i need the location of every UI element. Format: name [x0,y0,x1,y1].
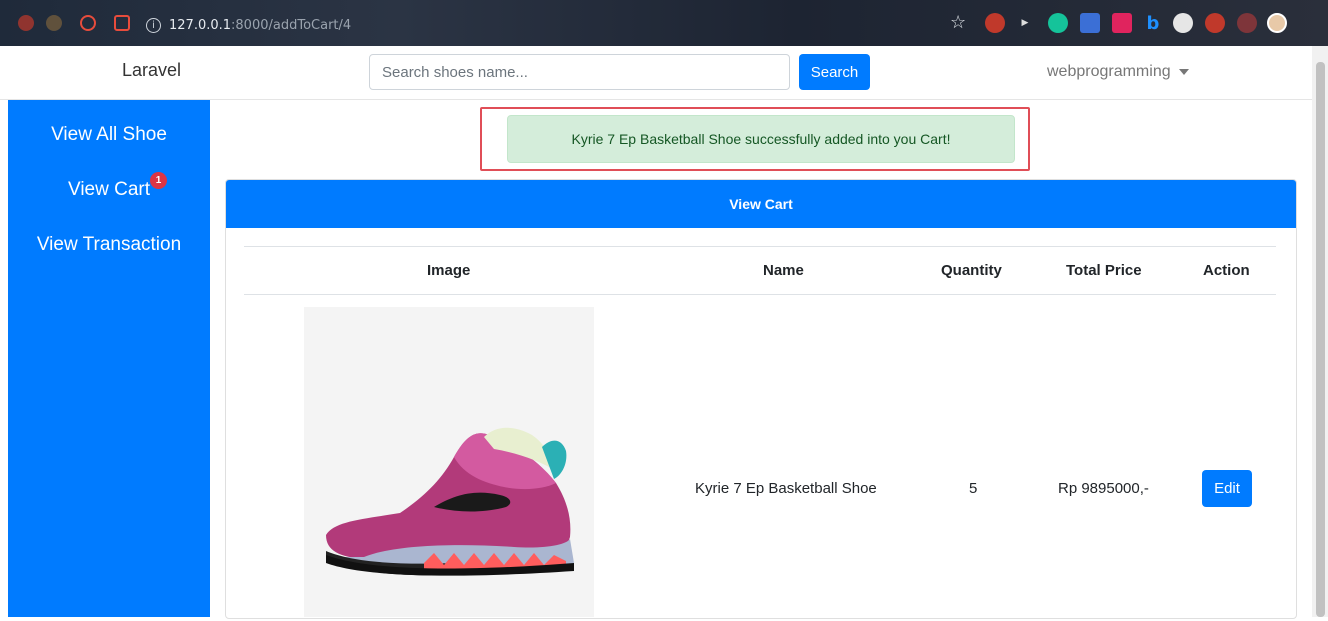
home-icon[interactable] [114,15,130,31]
column-header-image: Image [427,262,471,279]
sidebar-item-label: View Cart [67,179,150,200]
column-header-action: Action [1203,262,1250,279]
card-header: View Cart [226,180,1296,228]
extension-grammarly-icon[interactable] [1048,13,1068,33]
url-host: 127.0.0.1 [169,17,232,33]
column-header-total-price: Total Price [1066,262,1142,279]
back-icon[interactable] [18,15,34,31]
extension-red-icon[interactable] [1237,13,1257,33]
user-menu-label: webprogramming [1047,63,1171,80]
extension-s-icon[interactable] [1112,13,1132,33]
url-path: :8000/addToCart/4 [231,17,352,33]
user-menu[interactable]: webprogramming [1047,63,1189,81]
sidebar-item-label: View All Shoe [51,124,167,145]
extension-abp-icon[interactable] [985,13,1005,33]
reload-icon[interactable] [80,15,96,31]
forward-icon[interactable] [46,15,62,31]
top-navbar: Laravel Search webprogramming [0,46,1312,100]
sidebar-item-view-cart[interactable]: View Cart 1 [8,172,210,201]
cart-item-quantity: 5 [969,480,978,497]
column-header-quantity: Quantity [941,262,1002,279]
sidebar-item-label: View Transaction [36,234,182,255]
extension-translate-icon[interactable] [1080,13,1100,33]
bookmark-star-icon[interactable]: ☆ [950,12,966,33]
extension-pin-icon[interactable] [1205,13,1225,33]
search-input[interactable] [369,54,790,90]
edit-button[interactable]: Edit [1202,470,1252,507]
scrollbar-thumb[interactable] [1316,62,1325,617]
extension-b-icon[interactable]: b [1143,13,1163,34]
alert-highlight-box [480,107,1030,171]
cart-item-total-price: Rp 9895000,- [1058,480,1149,497]
shoe-icon [326,427,574,576]
extension-globe-icon[interactable] [1173,13,1193,33]
sidebar-item-view-transaction[interactable]: View Transaction [8,234,210,256]
page-scrollbar[interactable] [1312,46,1328,617]
browser-toolbar: i 127.0.0.1:8000/addToCart/4 ☆ ▶ b [0,0,1328,46]
search-button[interactable]: Search [799,54,870,90]
extension-play-icon[interactable]: ▶ [1015,13,1035,33]
site-info-icon[interactable]: i [146,17,161,33]
brand-logo[interactable]: Laravel [122,60,181,81]
cart-item-name: Kyrie 7 Ep Basketball Shoe [695,480,877,497]
chevron-down-icon [1178,69,1189,75]
url-text: 127.0.0.1:8000/addToCart/4 [169,18,351,33]
address-bar[interactable]: i 127.0.0.1:8000/addToCart/4 [146,13,1306,37]
shoe-image [304,307,594,617]
column-header-name: Name [763,262,804,279]
table-top-rule [244,246,1276,247]
table-header-rule [244,294,1276,295]
card-title: View Cart [729,196,793,212]
profile-avatar-icon[interactable] [1267,13,1287,33]
sidebar-item-view-all-shoe[interactable]: View All Shoe [8,124,210,146]
cart-count-badge: 1 [150,172,167,189]
sidebar: View All Shoe View Cart 1 View Transacti… [8,100,210,617]
